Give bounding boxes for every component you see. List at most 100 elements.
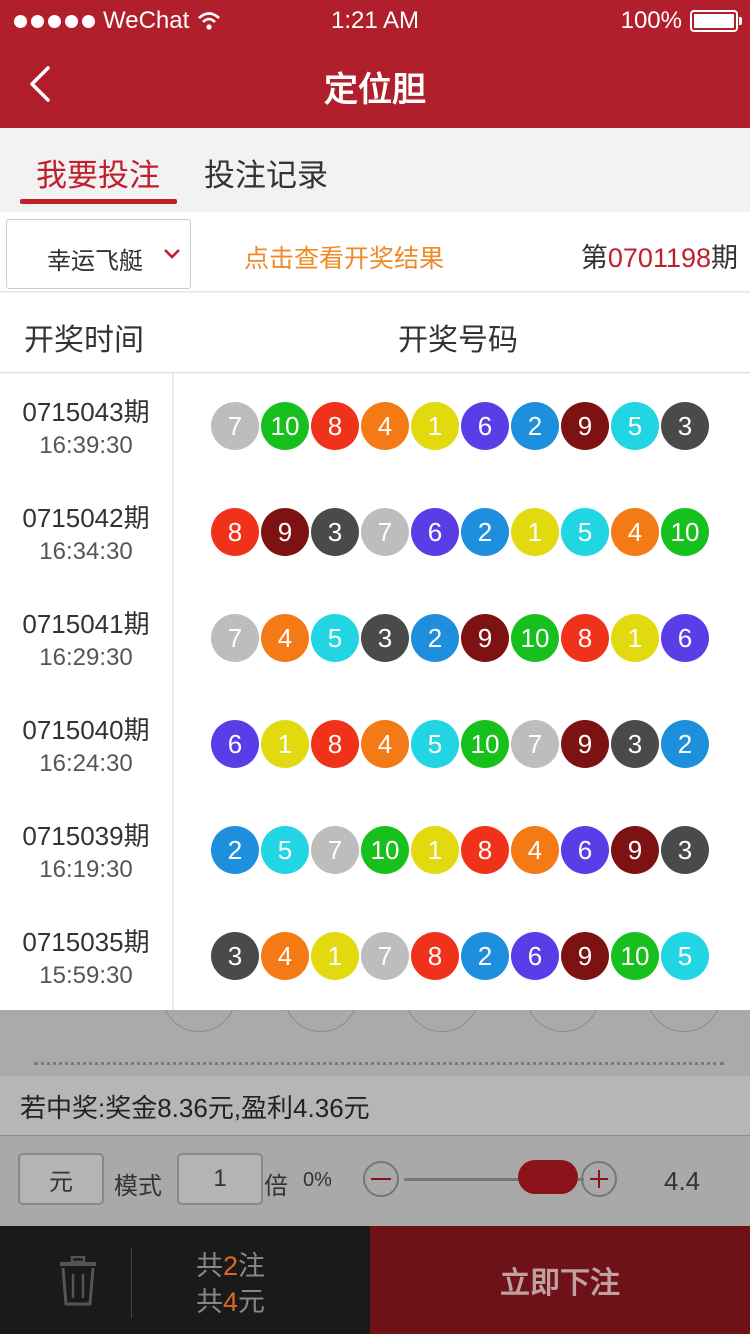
tab-bar: 我要投注 投注记录 xyxy=(0,128,750,212)
number-ball: 2 xyxy=(461,508,509,556)
number-ball: 3 xyxy=(611,720,659,768)
number-ball: 6 xyxy=(561,826,609,874)
draw-numbers: 7 10 8 4 1 6 2 9 5 3 xyxy=(211,402,711,450)
number-ball: 8 xyxy=(411,932,459,980)
number-ball: 2 xyxy=(661,720,709,768)
number-ball: 1 xyxy=(411,402,459,450)
mode-label: 模式 xyxy=(114,1173,162,1200)
battery-percent: 100% xyxy=(620,7,682,34)
lottery-name: 幸运飞艇 xyxy=(47,248,143,275)
number-ball: 8 xyxy=(211,508,259,556)
odds-value: 4.4 xyxy=(664,1166,701,1196)
draw-numbers: 2 5 7 10 1 8 4 6 9 3 xyxy=(211,826,711,874)
number-ball: 5 xyxy=(561,508,609,556)
status-bar: WeChat 1:21 AM 100% xyxy=(0,0,750,40)
tab-bet-records[interactable]: 投注记录 xyxy=(204,150,328,195)
number-ball: 8 xyxy=(311,402,359,450)
col-draw-time: 开奖时间 xyxy=(24,324,144,357)
trash-icon[interactable] xyxy=(56,1256,100,1306)
number-ball: 9 xyxy=(561,932,609,980)
number-picker-partial xyxy=(0,1010,750,1032)
chevron-down-icon xyxy=(164,249,180,259)
bet-controls: 元 模式 1 倍 0% 4.4 xyxy=(0,1137,750,1226)
number-ball: 1 xyxy=(511,508,559,556)
draw-numbers: 3 4 1 7 8 2 6 9 10 5 xyxy=(211,932,711,980)
col-draw-numbers: 开奖号码 xyxy=(398,324,518,357)
number-ball: 7 xyxy=(311,826,359,874)
lottery-select[interactable]: 幸运飞艇 xyxy=(6,219,191,289)
battery-icon xyxy=(690,10,742,32)
period-number: 0701198 xyxy=(607,243,711,273)
number-ball: 7 xyxy=(511,720,559,768)
bet-count: 2 xyxy=(223,1251,239,1281)
result-row: 0715035期 15:59:30 3 4 1 7 8 2 6 9 10 5 xyxy=(0,904,750,1010)
number-ball: 8 xyxy=(311,720,359,768)
page-title: 定位胆 xyxy=(324,71,426,109)
number-ball: 3 xyxy=(661,402,709,450)
number-ball: 10 xyxy=(661,508,709,556)
status-right: 100% xyxy=(620,7,742,35)
result-row: 0715040期 16:24:30 6 1 8 4 5 10 7 9 3 2 xyxy=(0,692,750,798)
unit-select[interactable]: 元 xyxy=(18,1153,104,1205)
number-ball: 7 xyxy=(211,614,259,662)
period-suffix: 期 xyxy=(711,243,738,273)
dotted-divider xyxy=(34,1062,724,1065)
number-ball: 1 xyxy=(311,932,359,980)
footer-divider xyxy=(131,1248,132,1318)
number-ball: 3 xyxy=(311,508,359,556)
results-divider xyxy=(172,374,174,1010)
number-ball: 4 xyxy=(511,826,559,874)
draw-numbers: 8 9 3 7 6 2 1 5 4 10 xyxy=(211,508,711,556)
number-ball: 2 xyxy=(461,932,509,980)
number-ball: 3 xyxy=(211,932,259,980)
draw-period: 0715035期 xyxy=(22,927,150,957)
number-ball: 3 xyxy=(361,614,409,662)
draw-period: 0715042期 xyxy=(22,503,150,533)
results-header: 开奖时间 开奖号码 xyxy=(0,293,750,373)
number-ball: 9 xyxy=(461,614,509,662)
number-ball: 9 xyxy=(561,720,609,768)
number-ball: 8 xyxy=(561,614,609,662)
draw-period: 0715039期 xyxy=(22,821,150,851)
amount-suffix: 元 xyxy=(238,1287,266,1317)
number-ball: 7 xyxy=(211,402,259,450)
draw-numbers: 7 4 5 3 2 9 10 8 1 6 xyxy=(211,614,711,662)
bet-summary: 共2注 共4元 xyxy=(196,1248,265,1320)
number-ball: 2 xyxy=(211,826,259,874)
result-row: 0715039期 16:19:30 2 5 7 10 1 8 4 6 9 3 xyxy=(0,798,750,904)
number-ball: 4 xyxy=(611,508,659,556)
number-ball: 6 xyxy=(511,932,559,980)
plus-icon[interactable] xyxy=(581,1161,617,1197)
tab-place-bet[interactable]: 我要投注 xyxy=(36,150,160,195)
number-ball: 4 xyxy=(261,614,309,662)
number-ball: 9 xyxy=(611,826,659,874)
number-ball: 6 xyxy=(661,614,709,662)
lottery-info-row: 幸运飞艇 点击查看开奖结果 第0701198期 xyxy=(0,212,750,292)
number-ball: 4 xyxy=(361,402,409,450)
rebate-percent: 0% xyxy=(303,1169,332,1191)
bet-count-line: 共2注 xyxy=(196,1248,265,1284)
draw-period: 0715043期 xyxy=(22,397,150,427)
number-ball: 6 xyxy=(411,508,459,556)
rebate-slider-thumb[interactable] xyxy=(518,1160,578,1194)
bet-amount-line: 共4元 xyxy=(196,1284,265,1320)
number-ball: 9 xyxy=(561,402,609,450)
number-ball: 10 xyxy=(261,402,309,450)
bet-amount: 4 xyxy=(223,1287,239,1317)
draw-period: 0715040期 xyxy=(22,715,150,745)
draw-time: 16:34:30 xyxy=(39,538,133,565)
number-ball: 3 xyxy=(661,826,709,874)
number-ball: 2 xyxy=(411,614,459,662)
number-ball: 5 xyxy=(411,720,459,768)
number-ball: 5 xyxy=(661,932,709,980)
number-ball: 10 xyxy=(361,826,409,874)
current-period: 第0701198期 xyxy=(581,236,738,275)
place-bet-button[interactable]: 立即下注 xyxy=(370,1226,750,1334)
view-results-link[interactable]: 点击查看开奖结果 xyxy=(244,239,444,275)
number-ball: 9 xyxy=(261,508,309,556)
number-ball: 1 xyxy=(411,826,459,874)
app-header: WeChat 1:21 AM 100% 定位胆 xyxy=(0,0,750,128)
count-suffix: 注 xyxy=(238,1251,266,1281)
multiplier-input[interactable]: 1 xyxy=(177,1153,263,1205)
minus-icon[interactable] xyxy=(363,1161,399,1197)
